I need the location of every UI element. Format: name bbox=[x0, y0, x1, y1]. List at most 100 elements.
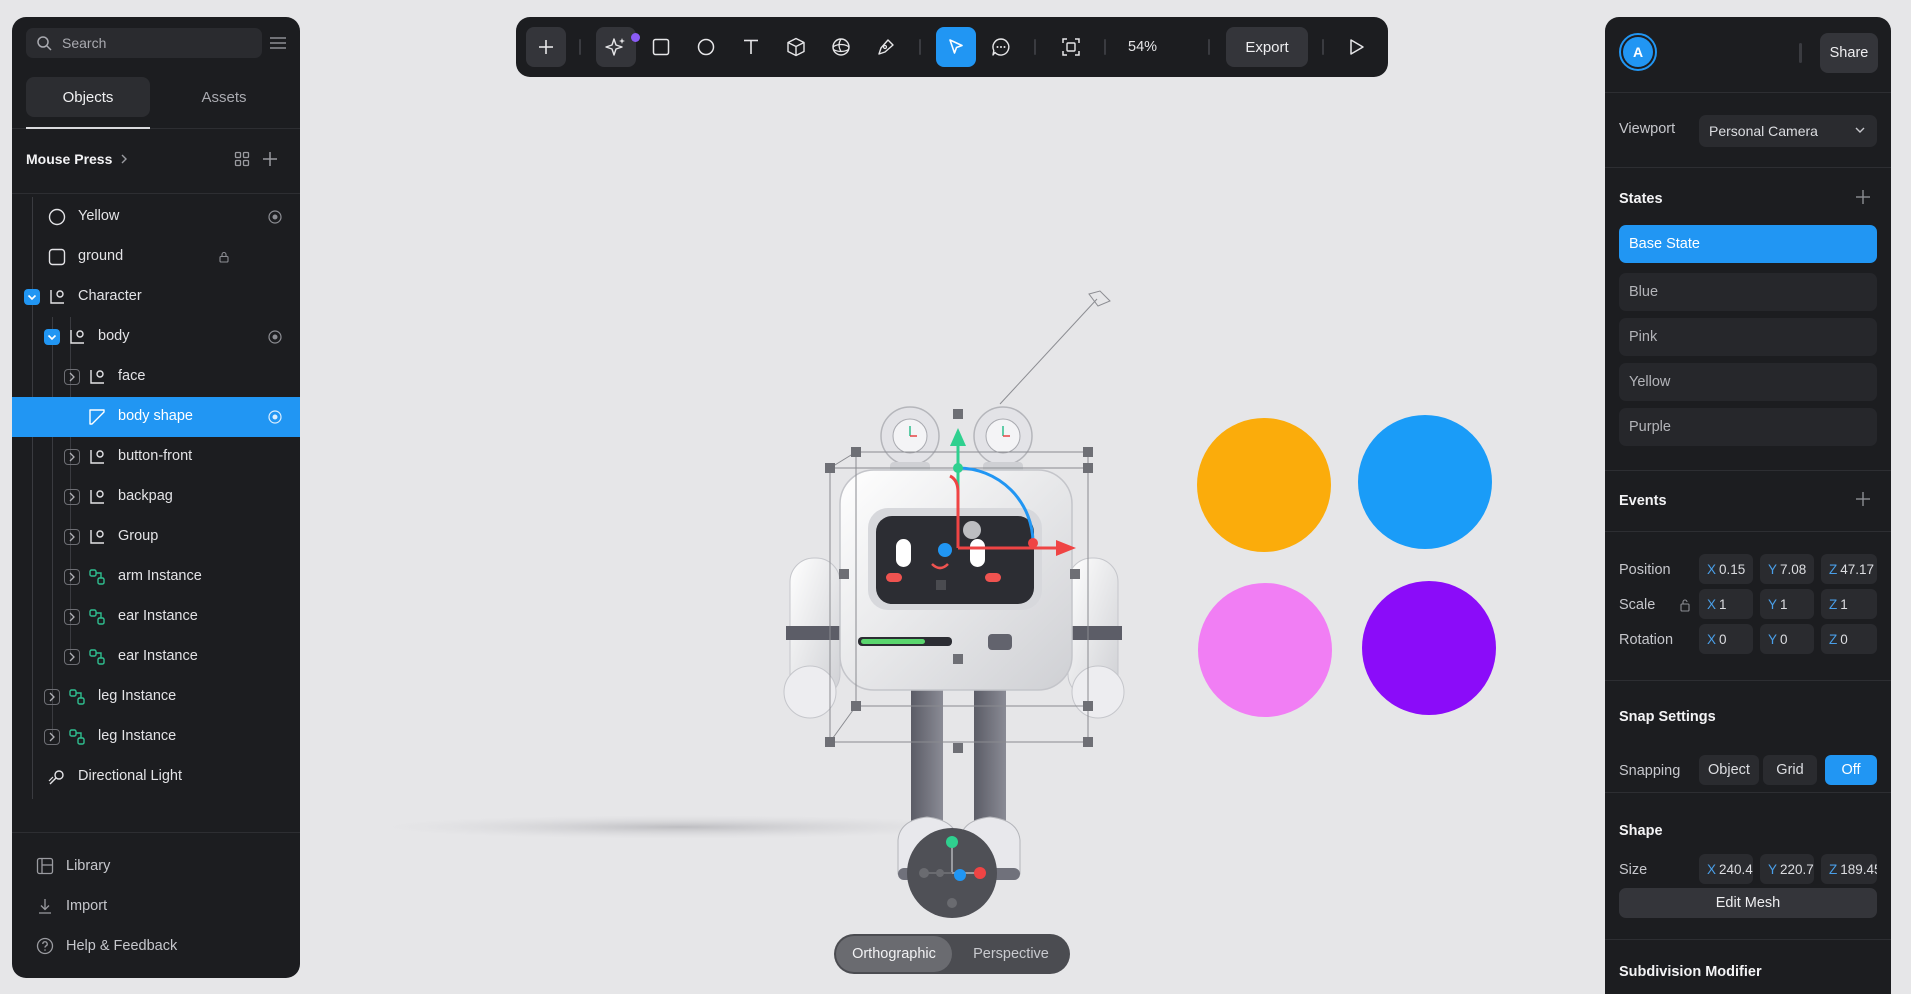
visibility-target-icon[interactable] bbox=[268, 410, 282, 424]
expand-toggle-checked[interactable] bbox=[44, 329, 60, 345]
tree-item-yellow[interactable]: Yellow bbox=[12, 197, 300, 237]
snap-settings-heading: Snap Settings bbox=[1619, 709, 1716, 725]
edit-mesh-button[interactable]: Edit Mesh bbox=[1619, 888, 1877, 918]
section-divider bbox=[1605, 680, 1891, 681]
tree-item-leg-instance[interactable]: leg Instance bbox=[12, 717, 300, 757]
snap-off-option[interactable]: Off bbox=[1825, 755, 1877, 785]
expand-toggle[interactable] bbox=[64, 649, 80, 665]
scale-x-field[interactable]: X1 bbox=[1699, 589, 1753, 619]
orthographic-option[interactable]: Orthographic bbox=[836, 936, 952, 972]
chevron-right-icon bbox=[69, 492, 75, 502]
breadcrumb-divider bbox=[12, 193, 300, 194]
state-pink[interactable]: Pink bbox=[1619, 318, 1877, 356]
breadcrumb[interactable]: Mouse Press bbox=[26, 151, 128, 167]
add-button[interactable] bbox=[526, 27, 566, 67]
zoom-level[interactable]: 54% bbox=[1128, 39, 1157, 55]
axis-navigator[interactable] bbox=[907, 828, 997, 918]
text-tool[interactable] bbox=[731, 27, 771, 67]
import-link[interactable]: Import bbox=[36, 897, 107, 915]
share-button[interactable]: Share bbox=[1820, 33, 1878, 73]
add-event-icon[interactable] bbox=[1855, 491, 1871, 507]
lock-icon[interactable] bbox=[218, 251, 230, 263]
toolbar-divider bbox=[1104, 39, 1106, 55]
position-y-field[interactable]: Y 7.08 bbox=[1760, 554, 1814, 584]
pen-tool[interactable] bbox=[866, 27, 906, 67]
scale-z-field[interactable]: Z1 bbox=[1821, 589, 1877, 619]
tab-assets[interactable]: Assets bbox=[162, 77, 286, 117]
tree-item-backpag[interactable]: backpag bbox=[12, 477, 300, 517]
plus-icon bbox=[539, 40, 553, 54]
visibility-target-icon[interactable] bbox=[268, 210, 282, 224]
tree-item-leg-instance[interactable]: leg Instance bbox=[12, 677, 300, 717]
expand-toggle[interactable] bbox=[64, 369, 80, 385]
rotation-x-field[interactable]: X0 bbox=[1699, 624, 1753, 654]
rotation-y-field[interactable]: Y0 bbox=[1760, 624, 1814, 654]
tree-item-body-shape[interactable]: body shape bbox=[12, 397, 300, 437]
state-yellow[interactable]: Yellow bbox=[1619, 363, 1877, 401]
export-button[interactable]: Export bbox=[1226, 27, 1308, 67]
rotation-z-field[interactable]: Z0 bbox=[1821, 624, 1877, 654]
select-tool[interactable] bbox=[936, 27, 976, 67]
size-x-field[interactable]: X 240.4 bbox=[1699, 854, 1753, 884]
front-button bbox=[988, 634, 1012, 650]
tree-item-ear-instance[interactable]: ear Instance bbox=[12, 637, 300, 677]
ellipse-tool[interactable] bbox=[686, 27, 726, 67]
pink-sphere[interactable] bbox=[1198, 583, 1332, 717]
tree-item-ground[interactable]: ground bbox=[12, 237, 300, 277]
tree-item-arm-instance[interactable]: arm Instance bbox=[12, 557, 300, 597]
state-purple[interactable]: Purple bbox=[1619, 408, 1877, 446]
position-x-field[interactable]: X 0.15 bbox=[1699, 554, 1753, 584]
play-button[interactable] bbox=[1336, 27, 1376, 67]
expand-toggle[interactable] bbox=[64, 609, 80, 625]
tree-item-button-front[interactable]: button-front bbox=[12, 437, 300, 477]
snap-grid-option[interactable]: Grid bbox=[1763, 755, 1817, 785]
viewport-canvas[interactable] bbox=[300, 80, 1600, 994]
library-link[interactable]: Library bbox=[36, 857, 110, 875]
ai-generate-button[interactable] bbox=[596, 27, 640, 67]
menu-icon[interactable] bbox=[268, 33, 288, 53]
frame-tool[interactable] bbox=[1051, 27, 1091, 67]
viewport-select[interactable]: Personal Camera bbox=[1699, 115, 1877, 147]
lock-proportions-icon[interactable] bbox=[1679, 598, 1691, 612]
tree-item-body[interactable]: body bbox=[12, 317, 300, 357]
purple-sphere[interactable] bbox=[1362, 581, 1496, 715]
tree-item-group[interactable]: Group bbox=[12, 517, 300, 557]
rectangle-tool[interactable] bbox=[641, 27, 681, 67]
size-z-field[interactable]: Z189.45 bbox=[1821, 854, 1877, 884]
snap-object-option[interactable]: Object bbox=[1699, 755, 1759, 785]
position-z-field[interactable]: Z 47.17 bbox=[1821, 554, 1877, 584]
search-input[interactable]: Search bbox=[26, 28, 262, 58]
blue-sphere[interactable] bbox=[1358, 415, 1492, 549]
expand-toggle[interactable] bbox=[44, 729, 60, 745]
perspective-option[interactable]: Perspective bbox=[954, 934, 1068, 974]
tree-item-label: arm Instance bbox=[118, 568, 202, 584]
expand-toggle-checked[interactable] bbox=[24, 289, 40, 305]
expand-toggle[interactable] bbox=[64, 569, 80, 585]
visibility-target-icon[interactable] bbox=[268, 330, 282, 344]
state-blue[interactable]: Blue bbox=[1619, 273, 1877, 311]
scale-y-field[interactable]: Y1 bbox=[1760, 589, 1814, 619]
user-avatar[interactable]: A bbox=[1619, 33, 1657, 71]
size-y-field[interactable]: Y 220.7 bbox=[1760, 854, 1814, 884]
sphere-tool[interactable] bbox=[821, 27, 861, 67]
comment-tool[interactable] bbox=[981, 27, 1021, 67]
expand-toggle[interactable] bbox=[44, 689, 60, 705]
expand-toggle[interactable] bbox=[64, 489, 80, 505]
grid-view-icon[interactable] bbox=[234, 151, 250, 167]
yellow-sphere[interactable] bbox=[1197, 418, 1331, 552]
states-heading: States bbox=[1619, 191, 1663, 207]
tree-item-directional-light[interactable]: Directional Light bbox=[12, 757, 300, 797]
state-base[interactable]: Base State bbox=[1619, 225, 1877, 263]
position-label: Position bbox=[1619, 562, 1671, 578]
tree-item-ear-instance[interactable]: ear Instance bbox=[12, 597, 300, 637]
tab-objects[interactable]: Objects bbox=[26, 77, 150, 117]
tree-item-character[interactable]: Character bbox=[12, 277, 300, 317]
add-state-icon[interactable] bbox=[1855, 189, 1871, 205]
help-feedback-link[interactable]: Help & Feedback bbox=[36, 937, 177, 955]
tree-item-face[interactable]: face bbox=[12, 357, 300, 397]
scale-label: Scale bbox=[1619, 597, 1656, 613]
add-object-icon[interactable] bbox=[262, 151, 278, 167]
expand-toggle[interactable] bbox=[64, 449, 80, 465]
expand-toggle[interactable] bbox=[64, 529, 80, 545]
cube-tool[interactable] bbox=[776, 27, 816, 67]
